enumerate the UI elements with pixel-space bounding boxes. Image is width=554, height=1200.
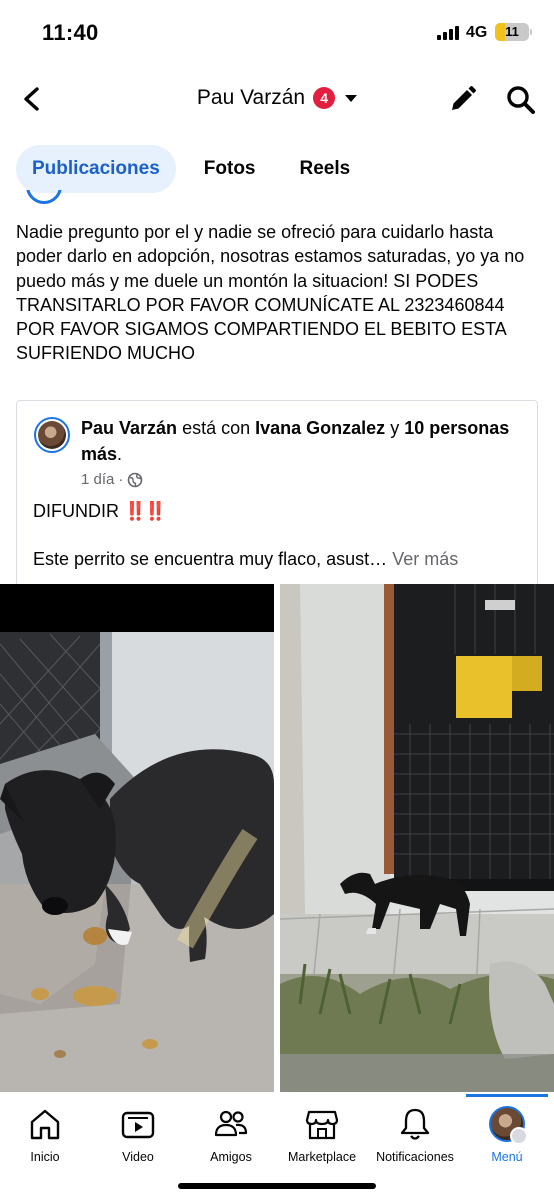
marketplace-icon [305,1110,339,1140]
signal-icon [437,25,459,40]
tab-fotos[interactable]: Fotos [188,145,272,193]
page-title: Pau Varzán [196,86,306,109]
profile-avatar [489,1106,528,1145]
caret-down-icon [345,94,358,102]
post-photo-right[interactable] [280,584,554,1092]
see-more-link[interactable]: Ver más [392,549,458,569]
globe-icon [128,472,143,487]
nav-home[interactable]: Inicio [0,1106,95,1164]
nav-menu-label: Menú [491,1150,523,1164]
tab-reels[interactable]: Reels [284,145,367,193]
home-icon [30,1109,60,1140]
status-time: 11:40 [42,20,99,45]
shared-post-card[interactable]: Pau Varzán está con Ivana Gonzalez y 10 … [16,400,538,584]
description-text: Este perrito se encuentra muy flaco, asu… [33,549,388,569]
difundir-line: DIFUNDIR ‼️‼️ [33,501,167,522]
bell-icon [400,1108,430,1140]
video-icon [121,1111,155,1139]
double-exclamation-icon: ‼️‼️ [124,501,167,521]
profile-tabs: Publicaciones Fotos Reels [16,145,366,193]
status-bar: 11:40 4G 11 [0,0,554,62]
and-text: y [390,418,400,438]
dog-photo-image [0,584,274,1092]
period: . [117,444,123,464]
search-icon [507,86,535,114]
edit-button[interactable] [448,84,478,114]
post-text: Nadie pregunto por el y nadie se ofreció… [16,222,525,364]
dog-doorway-image [280,584,554,1092]
nav-marketplace-label: Marketplace [287,1150,357,1164]
tab-publicaciones[interactable]: Publicaciones [16,145,176,193]
post-photo-left[interactable] [0,584,274,1092]
tagged-name[interactable]: Ivana Gonzalez [255,418,385,438]
author-name[interactable]: Pau Varzán [81,418,177,438]
nav-notifications-label: Notificaciones [376,1150,454,1164]
menu-icon [510,1127,528,1145]
nav-friends-label: Amigos [210,1150,252,1164]
nav-video[interactable]: Video [88,1106,188,1164]
profile-header: Pau Varzán 4 [0,70,554,128]
network-label: 4G [466,24,488,41]
battery-level: 11 [505,24,519,39]
pencil-icon [452,86,476,110]
home-indicator [178,1183,376,1189]
nav-marketplace[interactable]: Marketplace [272,1106,372,1164]
nav-home-label: Inicio [30,1150,60,1164]
nav-notifications[interactable]: Notificaciones [365,1106,465,1164]
difundir-text: DIFUNDIR [33,501,119,521]
post-time[interactable]: 1 día [81,471,114,488]
meta-dot: · [118,471,124,488]
battery-icon: 11 [495,23,529,41]
nav-video-label: Video [122,1150,154,1164]
with-text: está con [182,418,251,438]
post-meta: 1 día · [81,471,143,488]
nav-friends[interactable]: Amigos [181,1106,281,1164]
nav-menu[interactable]: Menú [457,1106,554,1164]
avatar[interactable] [34,417,70,453]
shared-post-description: Este perrito se encuentra muy flaco, asu… [33,549,458,570]
friends-icon [214,1110,248,1137]
post-avatar[interactable] [26,190,62,210]
active-tab-indicator [466,1094,548,1097]
notification-badge: 4 [313,87,336,109]
shared-post-header: Pau Varzán está con Ivana Gonzalez y 10 … [81,415,521,467]
search-button[interactable] [505,84,537,116]
